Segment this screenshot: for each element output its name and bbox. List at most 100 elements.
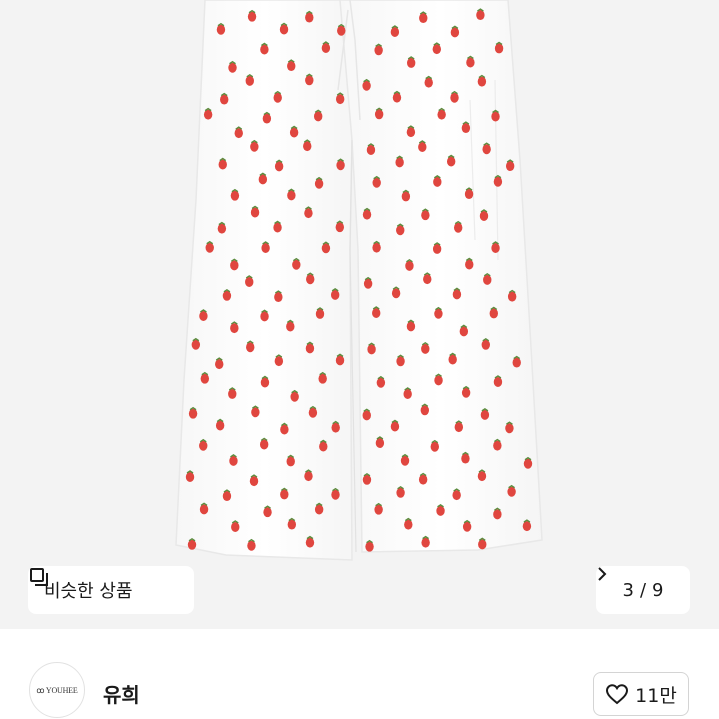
- strawberry-dot: [336, 160, 345, 171]
- strawberry-dot: [401, 191, 411, 202]
- strawberry-dot: [466, 57, 475, 68]
- strawberry-dot: [245, 75, 254, 86]
- strawberry-dot: [419, 13, 428, 24]
- strawberry-dot: [331, 489, 340, 500]
- strawberry-dot: [220, 94, 229, 105]
- strawberry-dot: [432, 243, 442, 254]
- strawberry-dot: [273, 92, 282, 103]
- strawberry-dot: [319, 441, 328, 452]
- strawberry-dot: [231, 521, 240, 532]
- strawberry-dot: [505, 423, 514, 434]
- strawberry-dot: [331, 422, 340, 433]
- strawberry-dot: [507, 291, 517, 302]
- strawberry-dot: [420, 405, 430, 416]
- strawberry-dot: [453, 222, 463, 233]
- product-photo[interactable]: 비슷한 상품 3 / 9: [0, 0, 719, 629]
- strawberry-dot: [304, 208, 313, 219]
- strawberry-dot: [362, 209, 372, 220]
- image-pager[interactable]: 3 / 9: [596, 566, 690, 614]
- strawberry-dot: [507, 486, 516, 497]
- strawberry-dot: [493, 176, 503, 187]
- strawberry-dot: [403, 389, 412, 400]
- strawberry-dot: [493, 509, 502, 520]
- strawberry-dot: [481, 339, 490, 350]
- strawberry-dot: [450, 92, 459, 103]
- strawberry-dot: [305, 12, 314, 23]
- strawberry-dot: [482, 144, 491, 155]
- strawberry-dot: [250, 141, 259, 152]
- strawberry-dot: [330, 289, 340, 300]
- strawberry-dot: [203, 109, 213, 120]
- strawberry-dot: [477, 471, 487, 482]
- strawberry-dot: [461, 123, 471, 134]
- strawberry-dot: [318, 373, 327, 384]
- strawberry-dot: [250, 207, 260, 218]
- strawberry-dot: [215, 420, 225, 431]
- seller-avatar[interactable]: ꝏ YOUHEE: [29, 662, 85, 718]
- strawberry-dot: [229, 455, 238, 466]
- strawberry-dot: [454, 422, 464, 433]
- strawberry-dot: [260, 377, 270, 388]
- strawberry-dot: [222, 290, 232, 301]
- like-button[interactable]: 11만: [593, 672, 689, 716]
- strawberry-dot: [367, 344, 376, 355]
- strawberry-dot: [263, 507, 272, 518]
- strawberry-dot: [491, 111, 500, 122]
- strawberry-dot: [396, 225, 405, 236]
- strawberry-dot: [365, 541, 374, 552]
- strawberry-dot: [273, 222, 282, 233]
- strawberry-dot: [335, 94, 345, 105]
- strawberry-dot: [462, 521, 472, 532]
- strawberry-dot: [187, 539, 197, 550]
- strawberry-dot: [436, 505, 445, 516]
- strawberry-dot: [395, 157, 404, 168]
- strawberry-dot: [421, 343, 430, 354]
- strawberry-dot: [406, 57, 416, 68]
- strawberry-dot: [390, 421, 400, 432]
- strawberry-dot: [230, 260, 239, 271]
- strawberry-dot: [274, 356, 284, 367]
- strawberry-dot: [234, 128, 243, 139]
- strawberry-dot: [321, 43, 331, 54]
- strawberry-dot: [464, 189, 474, 200]
- strawberry-dot: [205, 242, 214, 253]
- similar-products-label: 비슷한 상품: [44, 581, 133, 602]
- strawberry-dot: [448, 354, 457, 365]
- strawberry-dot: [374, 504, 383, 515]
- strawberry-dot: [391, 288, 401, 299]
- strawberry-dot: [245, 276, 254, 287]
- product-image-pants: [175, 0, 543, 561]
- strawberry-dot: [262, 113, 272, 124]
- similar-products-button[interactable]: 비슷한 상품: [28, 566, 194, 614]
- strawberry-dot: [491, 243, 500, 254]
- strawberry-dot: [230, 190, 240, 201]
- strawberry-dot: [200, 373, 210, 384]
- strawberry-dot: [199, 310, 208, 321]
- strawberry-dot: [228, 388, 237, 399]
- pants-right-leg: [339, 0, 543, 553]
- strawberry-dot: [199, 440, 208, 451]
- strawberry-dot: [228, 62, 237, 73]
- strawberry-dot: [512, 357, 521, 368]
- strawberry-dot: [217, 223, 227, 234]
- strawberry-dot: [287, 519, 297, 530]
- strawberry-dot: [372, 242, 381, 253]
- strawberry-dot: [313, 111, 323, 122]
- strawberry-dot: [321, 243, 331, 254]
- strawberry-dot: [304, 471, 313, 482]
- strawberry-dot: [280, 424, 289, 435]
- strawberry-dot: [279, 24, 289, 35]
- strawberry-dot: [390, 26, 400, 37]
- pager-total: 9: [652, 579, 664, 601]
- strawberry-dot: [274, 292, 283, 303]
- strawberry-dot: [222, 491, 232, 502]
- strawberry-dot: [185, 472, 195, 483]
- pager-separator: /: [639, 579, 647, 601]
- strawberry-dot: [247, 540, 256, 551]
- seller-bar: ꝏ YOUHEE 유희 11만: [0, 629, 719, 719]
- strawberry-dot: [392, 92, 402, 103]
- strawberry-dot: [249, 476, 259, 487]
- strawberry-dot: [476, 10, 485, 21]
- strawberry-dot: [247, 11, 257, 22]
- seller-name[interactable]: 유희: [103, 679, 140, 708]
